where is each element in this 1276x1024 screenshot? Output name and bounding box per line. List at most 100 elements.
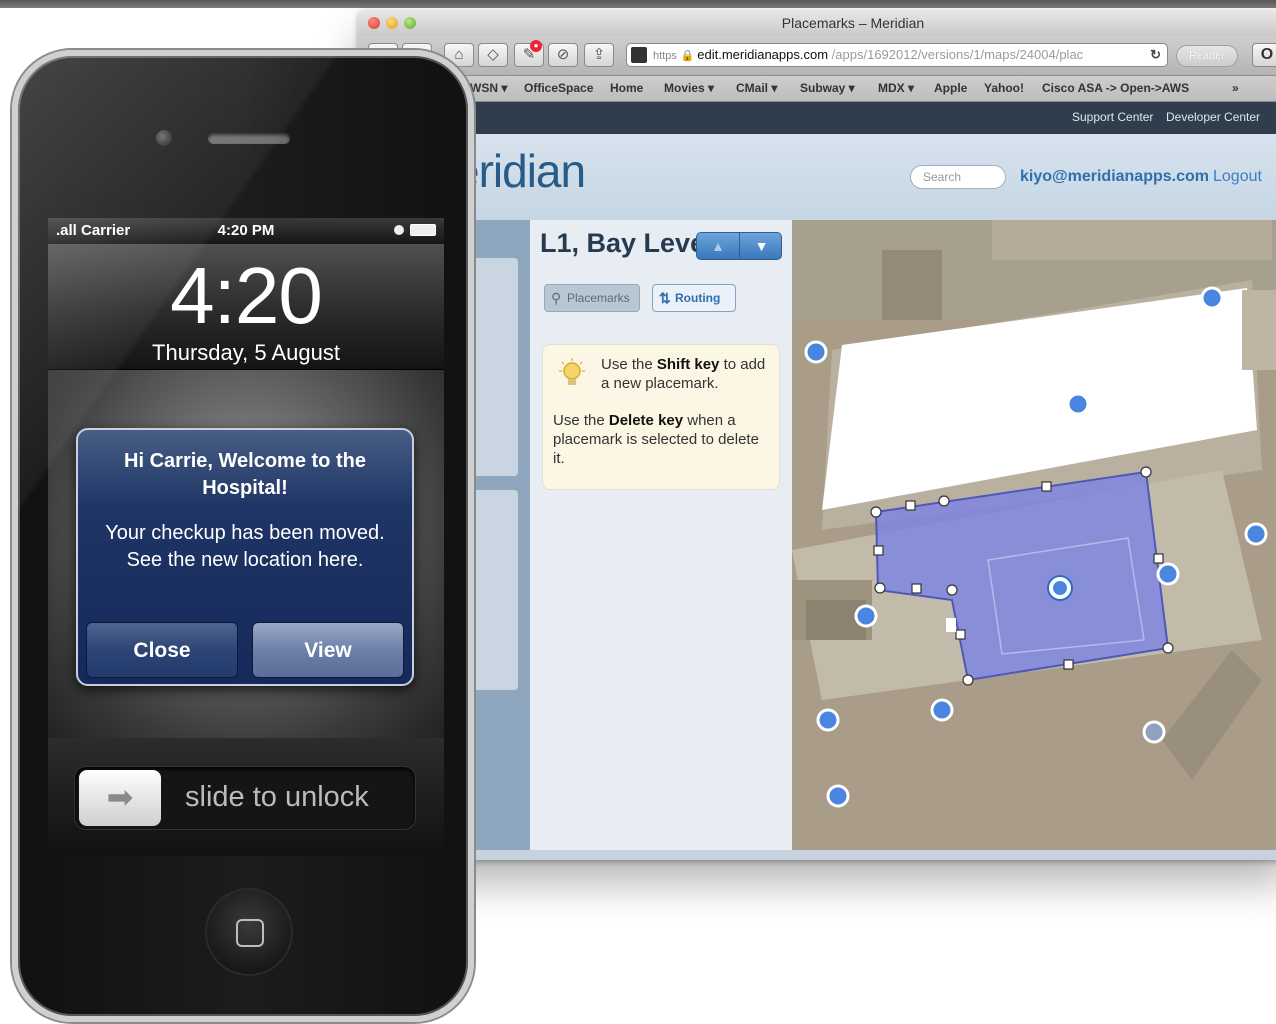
vertex-handle[interactable] (1140, 466, 1152, 478)
bookmarks-overflow-icon[interactable]: » (1232, 81, 1239, 95)
iphone-device: .all Carrier 4:20 PM 4:20 Thursday, 5 Au… (12, 50, 474, 1022)
placemark-icon[interactable] (1066, 392, 1090, 416)
tip-add-placemark: Use the Shift key to add a new placemark… (601, 356, 766, 392)
orientation-lock-icon (394, 225, 404, 235)
address-bar[interactable]: https 🔒 edit.meridianapps.com /apps/1692… (626, 43, 1168, 67)
map-door-icon (946, 618, 956, 632)
midpoint-handle[interactable] (1063, 659, 1074, 670)
placemark-icon[interactable] (930, 698, 954, 722)
alert-view-button[interactable]: View (252, 622, 404, 678)
home-button[interactable] (205, 888, 293, 976)
map-pin-icon: ⚲ (551, 290, 562, 306)
floor-title: L1, Bay Level (540, 228, 713, 258)
battery-icon (410, 224, 436, 236)
status-time: 4:20 PM (217, 222, 275, 239)
map-room (1242, 290, 1276, 370)
tab-routing[interactable]: ⇅ Routing (652, 284, 736, 312)
lock-date: Thursday, 5 August (152, 340, 340, 365)
floor-map[interactable] (792, 220, 1276, 850)
alert-close-button[interactable]: Close (86, 622, 238, 678)
unlock-slider[interactable]: ➡ slide to unlock (74, 766, 416, 830)
bookmark-item[interactable]: WSN ▾ (470, 81, 507, 95)
tab-placemarks[interactable]: ⚲ Placemarks (544, 284, 640, 312)
bookmark-item[interactable]: Cisco ASA -> Open->AWS (1042, 81, 1189, 95)
extension-icon[interactable]: ⊘ (548, 43, 578, 67)
browser-window: Placemarks – Meridian ◀ ▶ ⌂ ◇ ✎● ⊘ ⇪ htt… (358, 10, 1276, 860)
slide-to-unlock-label: slide to unlock (185, 781, 369, 813)
editor-content: L1, Bay Level ▲ ▼ ⚲ Placemarks ⇅ Routing (358, 220, 1276, 860)
bookmark-item[interactable]: Home (610, 81, 643, 95)
front-camera-icon (156, 130, 172, 146)
midpoint-handle[interactable] (1153, 553, 1164, 564)
vertex-handle[interactable] (874, 582, 886, 594)
bookmark-item[interactable]: Subway ▾ (800, 81, 855, 95)
lock-clock: 4:20 (170, 251, 323, 340)
developer-center-link[interactable]: Developer Center (1166, 110, 1260, 124)
push-notification-alert: Hi Carrie, Welcome to the Hospital! Your… (76, 428, 414, 686)
midpoint-handle[interactable] (911, 583, 922, 594)
floor-down-button[interactable]: ▼ (740, 233, 783, 259)
alert-message: Your checkup has been moved. See the new… (105, 522, 385, 571)
map-room (882, 250, 942, 320)
midpoint-handle[interactable] (955, 629, 966, 640)
selected-placemark-dot (1053, 581, 1067, 595)
placemark-icon[interactable] (826, 784, 850, 808)
clock-band: 4:20 Thursday, 5 August (48, 244, 444, 370)
bookmark-icon[interactable]: ◇ (478, 43, 508, 67)
midpoint-handle[interactable] (873, 545, 884, 556)
vertex-handle[interactable] (946, 584, 958, 596)
window-title: Placemarks – Meridian (781, 15, 925, 31)
vertex-handle[interactable] (962, 674, 974, 686)
browser-toolbar: ◀ ▶ ⌂ ◇ ✎● ⊘ ⇪ https 🔒 edit.meridianapps… (358, 36, 1276, 76)
placemark-icon[interactable] (804, 340, 828, 364)
map-ramp (1162, 650, 1262, 780)
vertex-handle[interactable] (938, 495, 950, 507)
support-center-link[interactable]: Support Center (1072, 110, 1153, 124)
placemark-icon[interactable] (1156, 562, 1180, 586)
top-edge (0, 0, 1276, 8)
placemark-icon[interactable] (816, 708, 840, 732)
site-top-nav: Support Center Developer Center (358, 102, 1276, 134)
bookmark-item[interactable]: CMail ▾ (736, 81, 777, 95)
floor-panel: L1, Bay Level ▲ ▼ ⚲ Placemarks ⇅ Routing (530, 220, 792, 850)
notification-badge-icon: ● (530, 40, 542, 52)
pin-icon[interactable]: ✎ ● (514, 40, 544, 67)
unlock-bar: ➡ slide to unlock (48, 738, 444, 856)
site-header: eridian Search kiyo@meridianapps.com Log… (358, 134, 1276, 220)
placemark-icon[interactable] (854, 604, 878, 628)
bookmarks-bar: WSN ▾ OfficeSpace Home Movies ▾ CMail ▾ … (358, 76, 1276, 102)
tip-delete-placemark: Use the Delete key when a placemark is s… (553, 412, 759, 467)
lock-screen: .all Carrier 4:20 PM 4:20 Thursday, 5 Au… (48, 218, 444, 856)
reader-button[interactable]: Reader (1176, 45, 1238, 67)
floor-up-button[interactable]: ▲ (697, 233, 740, 259)
title-bar: Placemarks – Meridian (358, 10, 1276, 36)
map-canvas[interactable] (792, 220, 1276, 850)
vertex-handle[interactable] (870, 506, 882, 518)
bookmark-item[interactable]: Yahoo! (984, 81, 1024, 95)
vertex-handle[interactable] (1162, 642, 1174, 654)
map-room (992, 220, 1272, 260)
lock-icon: 🔒 (680, 50, 698, 62)
placemark-icon[interactable] (1142, 720, 1166, 744)
reload-icon[interactable]: ↻ (1150, 44, 1161, 66)
lightbulb-icon (559, 358, 585, 385)
midpoint-handle[interactable] (1041, 481, 1052, 492)
share-icon[interactable]: ⇪ (584, 43, 614, 67)
url-protocol: https (653, 50, 677, 62)
logout-link[interactable]: Logout (1213, 168, 1262, 186)
site-favicon-icon (631, 47, 647, 63)
bookmark-item[interactable]: MDX ▾ (878, 81, 914, 95)
placemark-icon[interactable] (1200, 286, 1224, 310)
url-host: edit.meridianapps.com (697, 47, 829, 62)
arrow-right-icon[interactable]: ➡ (79, 770, 161, 826)
bookmark-item[interactable]: Apple (934, 81, 967, 95)
tab-label: Placemarks (567, 291, 630, 305)
bookmark-item[interactable]: Movies ▾ (664, 81, 714, 95)
bookmark-item[interactable]: OfficeSpace (524, 81, 593, 95)
downloads-icon[interactable]: O (1252, 43, 1276, 67)
search-input[interactable]: Search (910, 165, 1006, 189)
user-email-link[interactable]: kiyo@meridianapps.com (1020, 168, 1209, 186)
midpoint-handle[interactable] (905, 500, 916, 511)
home-square-icon (236, 919, 264, 947)
placemark-icon[interactable] (1244, 522, 1268, 546)
